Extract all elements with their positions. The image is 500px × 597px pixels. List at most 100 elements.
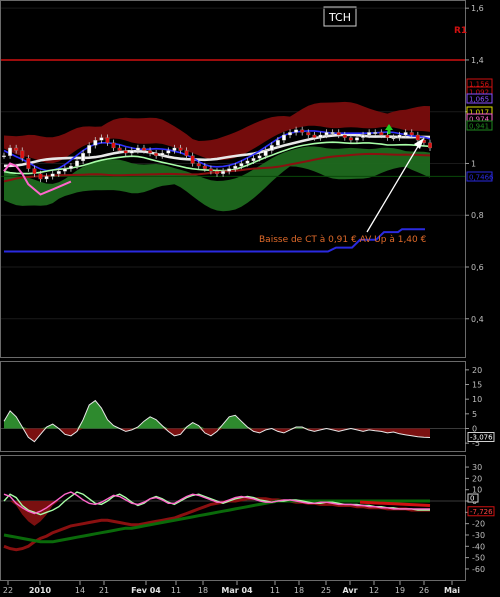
- candle-body: [281, 134, 286, 141]
- candle-body: [2, 155, 6, 158]
- x-tick-label: 21: [99, 586, 109, 595]
- symbol-label: TCH: [328, 11, 351, 24]
- candle-body: [87, 145, 92, 154]
- candle-body: [294, 129, 299, 133]
- candle-body: [190, 155, 195, 164]
- candle-body: [391, 137, 396, 139]
- candle-body: [14, 147, 19, 151]
- oscillator-tick-label: 10: [472, 486, 482, 495]
- x-tick-label: 2010: [29, 586, 52, 595]
- candle-body: [208, 168, 213, 172]
- resistance-label: R1: [454, 26, 467, 36]
- candle-body: [409, 132, 414, 136]
- candle-body: [105, 137, 110, 143]
- candle-body: [348, 137, 353, 141]
- price-tick-label: 0,4: [471, 315, 484, 324]
- x-tick-label: 19: [395, 586, 405, 595]
- momentum-tick-label: 5: [472, 410, 477, 419]
- x-tick-label: 12: [369, 586, 379, 595]
- candle-body: [8, 147, 13, 156]
- momentum-panel: 20151050-5-3,076: [1, 366, 495, 448]
- price-value-label: 1,065: [469, 96, 489, 104]
- price-value-label: 0,941: [469, 123, 489, 131]
- oscillator-tick-label: -30: [472, 531, 485, 540]
- candle-body: [251, 158, 256, 162]
- candle-body: [123, 150, 128, 154]
- x-tick-label: 11: [171, 586, 181, 595]
- candle-body: [269, 145, 274, 151]
- candle-body: [275, 140, 280, 146]
- candle-body: [355, 137, 359, 141]
- momentum-panel-frame: [0, 361, 466, 452]
- oscillator-tick-label: -50: [472, 554, 485, 563]
- candle-body: [221, 171, 226, 174]
- candle-body: [44, 176, 49, 180]
- candle-body: [178, 147, 183, 151]
- candle-body: [68, 165, 73, 169]
- candle-body: [50, 173, 55, 177]
- candle-body: [93, 140, 98, 146]
- candle-body: [184, 150, 189, 156]
- x-tick-label: 25: [321, 586, 331, 595]
- oscillator-tick-label: -60: [472, 565, 485, 574]
- candle-body: [318, 134, 323, 138]
- price-tick-label: 1,6: [471, 4, 484, 13]
- candle-body: [263, 150, 268, 156]
- oscillator-signal-segment: [359, 500, 431, 508]
- oscillator-tick-label: -20: [472, 520, 485, 529]
- oscillator-value-label: 0: [470, 495, 474, 503]
- candle-body: [415, 134, 420, 141]
- symbol-badge: TCH: [323, 6, 357, 27]
- candle-body: [117, 147, 122, 151]
- x-tick-label: 14: [75, 586, 85, 595]
- candle-body: [403, 132, 408, 136]
- x-tick-label: Avr: [342, 586, 357, 595]
- candle-body: [202, 165, 207, 169]
- candle-body: [160, 152, 165, 156]
- x-tick-label: Fev 04: [131, 586, 161, 595]
- oscillator-panel-frame: [0, 455, 466, 581]
- candle-body: [172, 147, 177, 151]
- x-tick-label: Mar 04: [221, 586, 253, 595]
- x-tick-label: 18: [198, 586, 208, 595]
- candle-body: [324, 132, 329, 136]
- candle-body: [75, 160, 79, 167]
- candle-body: [148, 150, 153, 154]
- candle-body: [385, 134, 390, 138]
- candle-body: [330, 132, 335, 134]
- candle-body: [81, 152, 86, 162]
- x-tick-label: Mai: [444, 586, 460, 595]
- candle-body: [62, 168, 67, 172]
- momentum-positive-area: [4, 400, 430, 429]
- momentum-tick-label: 10: [472, 395, 482, 404]
- momentum-line: [3, 399, 431, 443]
- axes: 22 2010 14 21 Fev 04 11 18 Mar 04 11 18 25 Avr 12 19 2…: [3, 581, 460, 595]
- oscillator-tick-label: 30: [472, 463, 482, 472]
- candle-body: [99, 137, 104, 141]
- price-tick-label: 0,8: [471, 211, 484, 220]
- candle-body: [312, 134, 317, 138]
- momentum-value-label: -3,076: [470, 433, 493, 441]
- price-tick-label: 1,4: [471, 56, 484, 65]
- momentum-tick-label: 20: [472, 366, 482, 375]
- candle-body: [288, 132, 292, 136]
- candle-body: [239, 163, 244, 167]
- candle-body: [142, 147, 146, 151]
- candle-body: [227, 168, 232, 172]
- candle-body: [300, 129, 305, 133]
- candle-body: [215, 171, 219, 174]
- price-tick-label: 1: [471, 159, 476, 168]
- annotation-text: Baisse de CT à 0,91 € AV Up à 1,40 €: [259, 235, 427, 245]
- candle-body: [361, 134, 366, 138]
- price-panel: 1,61,41,210,80,60,41,1561,0921,0651,0170…: [1, 4, 494, 324]
- oscillator-value-label: -7,726: [470, 508, 493, 516]
- candle-body: [154, 152, 159, 156]
- candle-body: [20, 150, 25, 159]
- candle-body: [38, 173, 43, 180]
- candle-body: [367, 132, 372, 136]
- stock-chart: TCH 1,61,41,210,80,60,41,1561,0921,0651,…: [0, 0, 495, 595]
- candle-body: [373, 132, 378, 134]
- candle-body: [129, 150, 134, 154]
- x-tick-label: 18: [294, 586, 304, 595]
- candle-body: [245, 160, 250, 164]
